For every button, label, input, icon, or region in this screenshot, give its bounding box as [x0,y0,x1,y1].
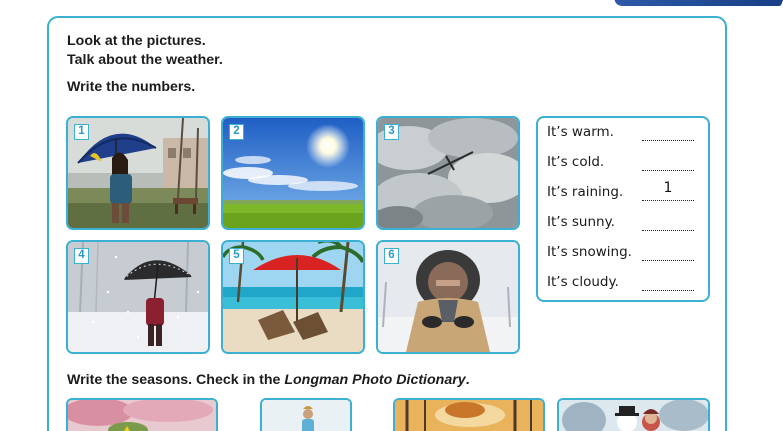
answer-label: It’s cold. [547,154,605,170]
spring-blossom-image [68,400,216,431]
answer-label: It’s cloudy. [547,274,619,290]
beach-image [223,242,363,352]
photo-warm: 5 [221,240,365,354]
header-tab [598,0,783,10]
photo-number-badge: 1 [74,124,89,140]
season-photo-fall [393,398,545,431]
answer-row-warm: It’s warm. [547,124,707,144]
answer-box: It’s warm. It’s cold. It’s raining. 1 It… [536,116,710,302]
instruction-write-numbers: Write the numbers. [67,79,196,95]
season-photo-summer [260,398,352,431]
photo-cold: 6 [376,240,520,354]
photo-snowing: 4 [66,240,210,354]
snowing-image [68,242,208,352]
photo-number-badge: 3 [384,124,399,140]
answer-label: It’s sunny. [547,214,615,230]
answer-label: It’s snowing. [547,244,632,260]
photo-number-badge: 4 [74,248,89,264]
answer-blank-line [642,230,694,231]
photo-number-badge: 2 [229,124,244,140]
season-photo-spring [66,398,218,431]
answer-row-cloudy: It’s cloudy. [547,274,707,294]
worksheet-page: Look at the pictures. Talk about the wea… [0,0,783,431]
answer-blank-line [642,170,694,171]
seasons-suffix: . [465,372,470,388]
woman-umbrella-image [68,118,208,228]
cloudy-sky-image [378,118,518,228]
answer-row-raining: It’s raining. 1 [547,180,707,204]
summer-person-image [262,400,350,431]
season-photo-winter [557,398,710,431]
answer-value[interactable]: 1 [642,180,694,196]
sunny-sky-image [223,118,363,228]
answer-blank-line [642,290,694,291]
photo-rain: 1 [66,116,210,230]
fall-trees-image [395,400,543,431]
answer-row-sunny: It’s sunny. [547,214,707,234]
photo-number-badge: 5 [229,248,244,264]
answer-row-snowing: It’s snowing. [547,244,707,264]
answer-blank-line [642,200,694,201]
answer-blank-line [642,260,694,261]
answer-label: It’s raining. [547,184,624,200]
instruction-talk: Talk about the weather. [67,52,223,68]
dictionary-title: Longman Photo Dictionary [284,372,466,388]
answer-label: It’s warm. [547,124,614,140]
winter-snowman-image [559,400,708,431]
cold-man-image [378,242,518,352]
answer-row-cold: It’s cold. [547,154,707,174]
instruction-seasons: Write the seasons. Check in the Longman … [67,371,470,389]
photo-cloudy: 3 [376,116,520,230]
instruction-look: Look at the pictures. [67,33,206,49]
answer-blank-line [642,140,694,141]
seasons-prefix: Write the seasons. Check in the [67,372,285,388]
photo-sunny: 2 [221,116,365,230]
photo-number-badge: 6 [384,248,399,264]
